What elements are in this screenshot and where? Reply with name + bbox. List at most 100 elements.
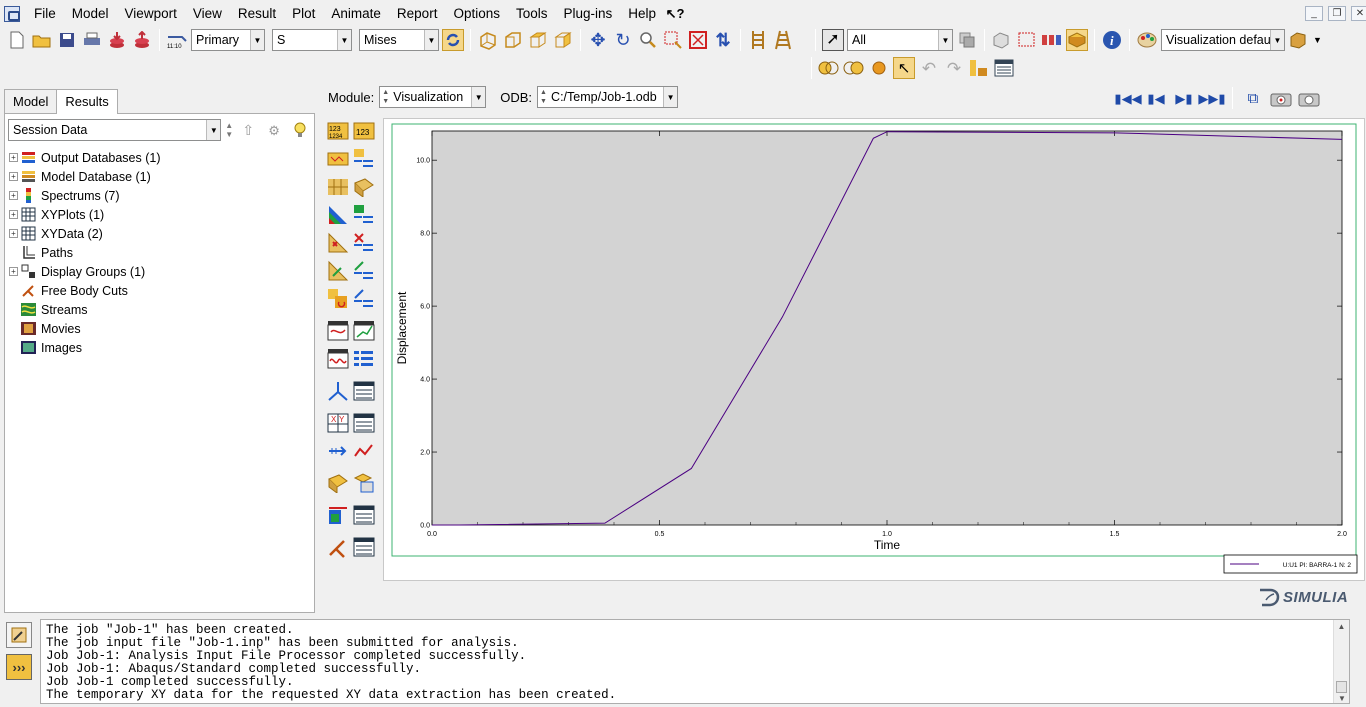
contour-options-icon[interactable] bbox=[353, 204, 375, 226]
sync-icon[interactable] bbox=[442, 29, 464, 51]
orientation-plot-icon[interactable] bbox=[327, 260, 349, 282]
print-icon[interactable] bbox=[81, 29, 103, 51]
tab-model[interactable]: Model bbox=[4, 89, 58, 113]
first-frame-icon[interactable]: ▮◀◀ bbox=[1114, 87, 1141, 109]
animate-harmonic-icon[interactable] bbox=[327, 348, 349, 370]
table-manager-icon[interactable] bbox=[993, 57, 1015, 79]
create-coordinate-system-icon[interactable] bbox=[327, 380, 349, 402]
menu-file[interactable]: File bbox=[26, 0, 64, 27]
common-options-icon[interactable] bbox=[353, 148, 375, 170]
tree-item-images[interactable]: Images bbox=[5, 338, 314, 357]
free-body-cut-manager-icon[interactable] bbox=[353, 536, 375, 558]
message-console[interactable]: The job "Job-1" has been created. The jo… bbox=[40, 619, 1350, 704]
message-area-toggle-icon[interactable] bbox=[6, 622, 32, 648]
side-view-icon[interactable] bbox=[552, 29, 574, 51]
variable-select[interactable]: S ▼ bbox=[272, 29, 352, 51]
rotate-icon[interactable]: ↻ bbox=[612, 29, 634, 51]
sort-arrows-icon[interactable]: ▲ ▼ bbox=[225, 121, 233, 139]
xy-data-manager-icon[interactable] bbox=[353, 380, 375, 402]
expand-icon[interactable]: + bbox=[9, 153, 18, 162]
open-odb-icon[interactable] bbox=[106, 29, 128, 51]
odb-select[interactable]: ▲ ▼ C:/Temp/Job-1.odb ▼ bbox=[537, 86, 679, 108]
display-group-toggle-icon[interactable] bbox=[1041, 29, 1063, 51]
frame-selector-icon[interactable]: ⧉ bbox=[1242, 87, 1264, 109]
selection-options-icon[interactable] bbox=[956, 29, 978, 51]
contour-plot-icon[interactable] bbox=[327, 204, 349, 226]
scroll-thumb[interactable] bbox=[1336, 681, 1347, 693]
last-frame-icon[interactable]: ▶▶▮ bbox=[1198, 87, 1225, 109]
minimize-icon[interactable]: _ bbox=[1305, 6, 1323, 21]
restore-icon[interactable]: ❐ bbox=[1328, 6, 1346, 21]
query-arrow-icon[interactable]: ↖ bbox=[893, 57, 915, 79]
create-path-icon[interactable] bbox=[327, 440, 349, 462]
box-zoom-icon[interactable] bbox=[662, 29, 684, 51]
tree-item-output-databases[interactable]: + Output Databases (1) bbox=[5, 148, 314, 167]
new-file-icon[interactable] bbox=[6, 29, 28, 51]
menu-help[interactable]: Help bbox=[620, 0, 664, 27]
menu-tools[interactable]: Tools bbox=[508, 0, 556, 27]
plot-contours-icon[interactable] bbox=[327, 148, 349, 170]
next-frame-icon[interactable]: ▶▮ bbox=[1173, 87, 1195, 109]
menu-view[interactable]: View bbox=[185, 0, 230, 27]
expand-icon[interactable]: + bbox=[9, 210, 18, 219]
context-help-icon[interactable]: ↖? bbox=[664, 3, 686, 25]
overlay-plot-icon[interactable] bbox=[818, 57, 840, 79]
menu-animate[interactable]: Animate bbox=[323, 0, 389, 27]
iso-view-icon[interactable] bbox=[477, 29, 499, 51]
sphere-icon[interactable] bbox=[868, 57, 890, 79]
visualization-defaults-select[interactable]: Visualization defaults ▼ bbox=[1161, 29, 1285, 51]
expand-icon[interactable]: + bbox=[9, 267, 18, 276]
selection-filter-select[interactable]: All ▼ bbox=[847, 29, 953, 51]
filter-tree-icon[interactable]: ⚙ bbox=[263, 119, 285, 141]
go-up-icon[interactable]: ⇧ bbox=[237, 119, 259, 141]
front-view-icon[interactable] bbox=[502, 29, 524, 51]
close-icon[interactable]: ✕ bbox=[1351, 6, 1366, 21]
view-manager-icon[interactable] bbox=[968, 57, 990, 79]
animation-options-icon[interactable] bbox=[1270, 87, 1292, 109]
animation-options-icon[interactable] bbox=[353, 348, 375, 370]
symbol-options-icon[interactable] bbox=[353, 232, 375, 254]
scroll-up-icon[interactable]: ▲ bbox=[1334, 620, 1349, 631]
plot-undeformed-icon[interactable]: 123 1234 bbox=[327, 120, 349, 142]
kernel-command-line-icon[interactable]: ››› bbox=[6, 654, 32, 680]
menu-plot[interactable]: Plot bbox=[284, 0, 323, 27]
primary-select[interactable]: Primary ▼ bbox=[191, 29, 265, 51]
menu-plugins[interactable]: Plug-ins bbox=[556, 0, 621, 27]
menu-viewport[interactable]: Viewport bbox=[117, 0, 185, 27]
camera-icon[interactable] bbox=[1298, 87, 1320, 109]
top-view-icon[interactable] bbox=[527, 29, 549, 51]
menu-report[interactable]: Report bbox=[389, 0, 446, 27]
info-icon[interactable]: i bbox=[1101, 29, 1123, 51]
tab-results[interactable]: Results bbox=[56, 89, 118, 114]
scroll-down-icon[interactable]: ▼ bbox=[1334, 694, 1349, 703]
allow-multiple-plots-icon[interactable] bbox=[327, 288, 349, 310]
symbol-plot-icon[interactable] bbox=[327, 232, 349, 254]
select-cursor-icon[interactable]: ➚ bbox=[822, 29, 844, 51]
create-view-cut-icon[interactable] bbox=[327, 504, 349, 526]
plot-material-orientations-icon[interactable] bbox=[353, 176, 375, 198]
ladder-perspective-icon[interactable] bbox=[772, 29, 794, 51]
render-style-icon[interactable] bbox=[1288, 29, 1310, 51]
xy-plot-manager-icon[interactable] bbox=[353, 412, 375, 434]
tree-item-xyplots[interactable]: + XYPlots (1) bbox=[5, 205, 314, 224]
replace-display-group-icon[interactable] bbox=[353, 472, 375, 494]
cycle-views-icon[interactable]: ⇅ bbox=[712, 29, 734, 51]
tree-item-streams[interactable]: Streams bbox=[5, 300, 314, 319]
open-folder-icon[interactable] bbox=[31, 29, 53, 51]
menu-options[interactable]: Options bbox=[445, 0, 508, 27]
tree-item-movies[interactable]: Movies bbox=[5, 319, 314, 338]
superimpose-options-icon[interactable] bbox=[353, 288, 375, 310]
expand-icon[interactable]: + bbox=[9, 229, 18, 238]
create-xy-data-icon[interactable]: XY bbox=[327, 412, 349, 434]
undo-icon[interactable]: ↶ bbox=[918, 57, 940, 79]
app-icon[interactable] bbox=[4, 5, 20, 22]
create-display-group-icon[interactable] bbox=[327, 472, 349, 494]
expand-icon[interactable]: + bbox=[9, 191, 18, 200]
plot-symbols-icon[interactable] bbox=[327, 176, 349, 198]
ladder-icon[interactable] bbox=[747, 29, 769, 51]
save-odb-icon[interactable] bbox=[131, 29, 153, 51]
animate-scale-factor-icon[interactable] bbox=[327, 320, 349, 342]
menu-model[interactable]: Model bbox=[64, 0, 117, 27]
magnify-icon[interactable] bbox=[637, 29, 659, 51]
viewport[interactable]: 0.0 0.5 1.0 1.5 2.0 0.0 2.0 4.0 6.0 8.0 10.0 Time … bbox=[383, 118, 1365, 581]
